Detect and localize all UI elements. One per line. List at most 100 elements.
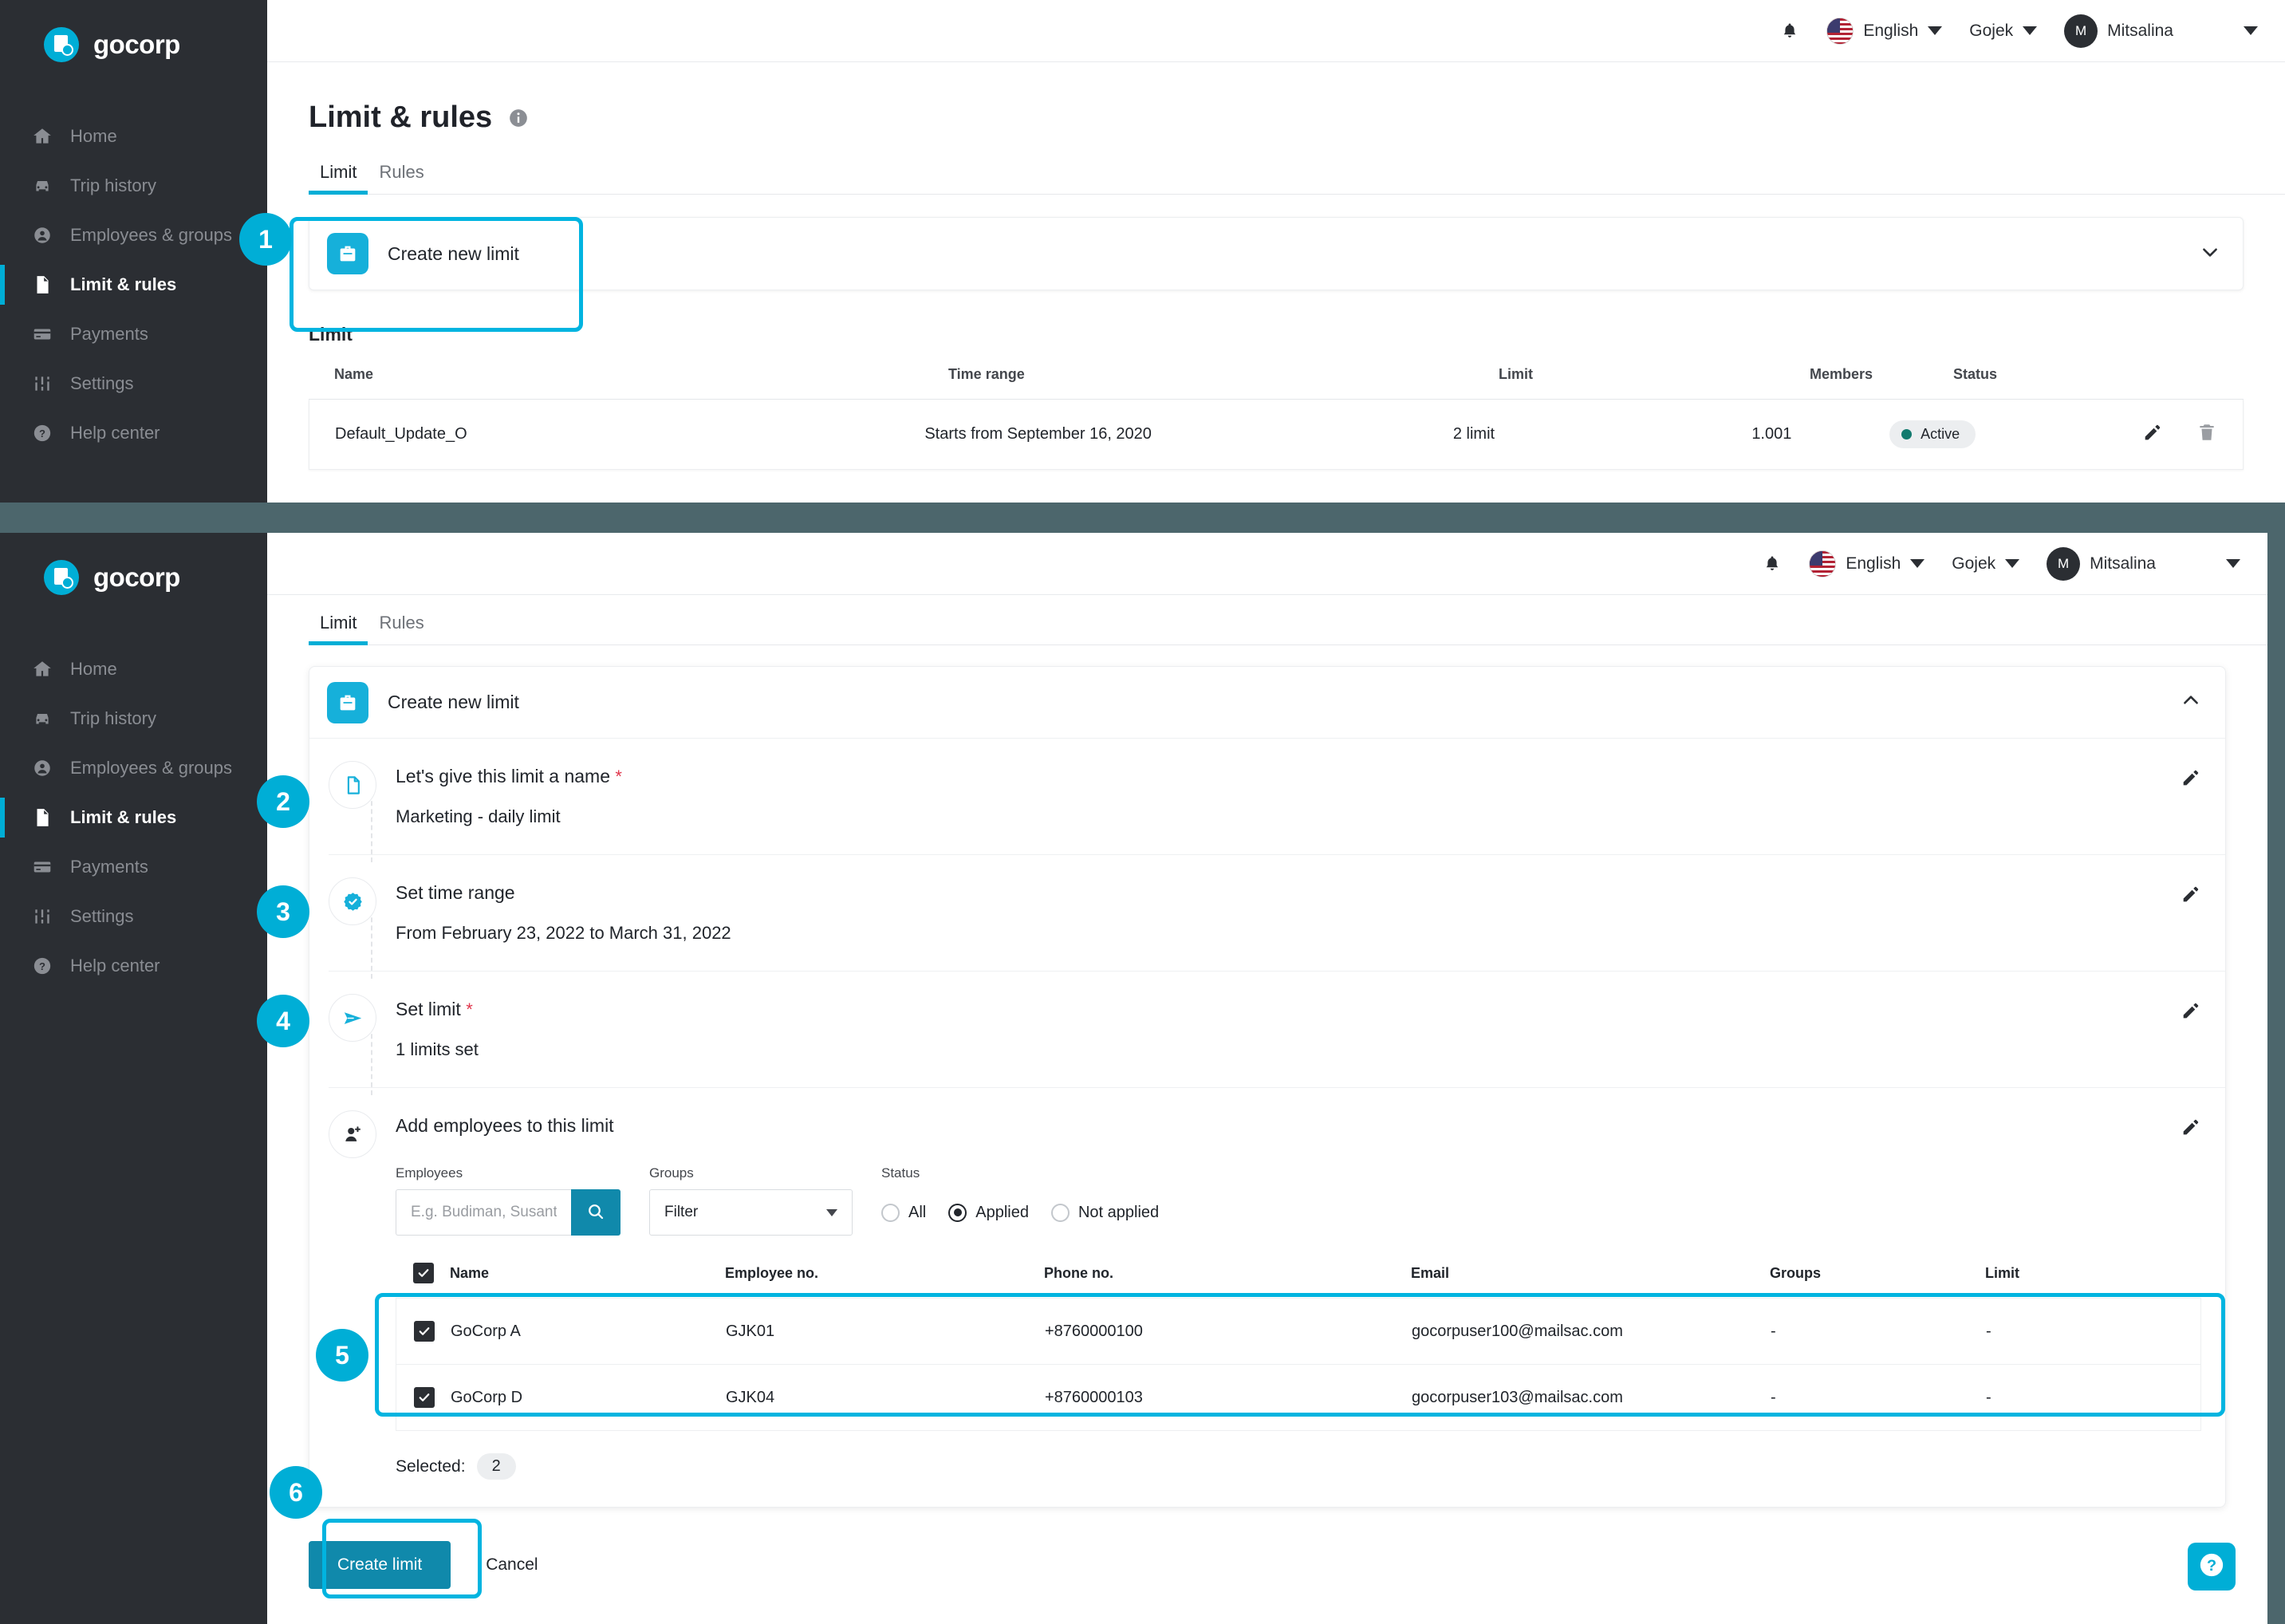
required-asterisk: * [466, 999, 473, 1019]
step-value: 1 limits set [396, 1039, 479, 1059]
company-selector[interactable]: Gojek [1969, 21, 2038, 41]
chevron-down-icon[interactable] [2244, 26, 2258, 35]
edit-icon[interactable] [2181, 1000, 2201, 1025]
cell-limit: - [1986, 1322, 1991, 1340]
sidebar-item-label: Help center [70, 423, 160, 443]
sliders-icon [32, 373, 53, 394]
delete-icon[interactable] [2196, 422, 2217, 447]
step-value: From February 23, 2022 to March 31, 2022 [396, 923, 731, 943]
topbar-top: English Gojek M Mitsalina [267, 0, 2285, 62]
us-flag-icon [1809, 550, 1837, 577]
cell-time-range: Starts from September 16, 2020 [924, 425, 1152, 443]
notifications-button[interactable] [1763, 553, 1782, 575]
status-dot-icon [1901, 429, 1913, 440]
groups-select[interactable]: Filter [649, 1189, 853, 1236]
groups-filter-group: Groups Filter [649, 1165, 853, 1236]
tab-rules[interactable]: Rules [368, 162, 435, 194]
create-limit-button[interactable]: Create limit [309, 1541, 451, 1589]
sidebar-item-limit-rules[interactable]: Limit & rules [0, 260, 267, 309]
table-row[interactable]: Default_Update_O Starts from September 1… [309, 400, 2244, 470]
tab-rules[interactable]: Rules [368, 613, 435, 644]
notifications-button[interactable] [1780, 20, 1799, 42]
cell-email: gocorpuser103@mailsac.com [1412, 1388, 1623, 1406]
sidebar-item-help-center[interactable]: ? Help center [0, 941, 267, 991]
edit-icon[interactable] [2181, 767, 2201, 792]
sidebar-bottom: gocorp Home Trip history Employees & gro… [0, 533, 267, 1624]
sidebar-item-home[interactable]: Home [0, 112, 267, 161]
row-checkbox-cell[interactable] [396, 1387, 451, 1408]
brand-logo[interactable]: gocorp [0, 0, 267, 62]
radio-option-not-applied[interactable]: Not applied [1050, 1203, 1159, 1222]
create-new-limit-header[interactable]: Create new limit [309, 667, 2225, 739]
employee-filters: Employees Groups [396, 1165, 2201, 1236]
company-selector[interactable]: Gojek [1952, 554, 2020, 574]
employee-table: Name Employee no. Phone no. Email Groups… [396, 1263, 2201, 1431]
sidebar-item-help-center[interactable]: ? Help center [0, 408, 267, 458]
status-badge: Active [1889, 420, 2142, 448]
user-menu[interactable]: M Mitsalina [2047, 546, 2156, 581]
step-body: Set limit * 1 limits set [396, 999, 2181, 1060]
limit-table-header: Name Time range Limit Members Status [309, 366, 2244, 400]
row-checkbox-cell[interactable] [396, 1321, 451, 1342]
radio-option-all[interactable]: All [881, 1203, 926, 1222]
radio-option-applied[interactable]: Applied [948, 1203, 1029, 1222]
question-circle-icon: ? [32, 423, 53, 443]
select-all-cell[interactable] [396, 1263, 450, 1283]
step-title: Set limit * [396, 999, 473, 1019]
question-circle-icon: ? [32, 956, 53, 976]
info-icon[interactable] [508, 108, 529, 128]
user-menu[interactable]: M Mitsalina [2064, 14, 2173, 48]
bottom-panel-content: Limit Rules Create new limit Let's give … [267, 595, 2267, 1624]
document-icon [32, 807, 53, 828]
sidebar-item-trip-history[interactable]: Trip history [0, 161, 267, 211]
tab-limit[interactable]: Limit [309, 162, 368, 195]
cell-name: GoCorp A [451, 1322, 521, 1340]
chevron-down-icon[interactable] [2226, 559, 2240, 568]
annotation-marker-2: 2 [257, 775, 309, 828]
sidebar-item-limit-rules[interactable]: Limit & rules [0, 793, 267, 842]
sidebar-item-employees-groups[interactable]: Employees & groups [0, 743, 267, 793]
checkbox-checked-icon [413, 1263, 434, 1283]
chevron-up-icon[interactable] [2181, 690, 2201, 715]
sidebar-item-settings[interactable]: Settings [0, 359, 267, 408]
document-outline-icon [329, 761, 376, 809]
sidebar-item-employees-groups[interactable]: Employees & groups [0, 211, 267, 260]
sidebar-item-payments[interactable]: Payments [0, 309, 267, 359]
radio-label: Applied [975, 1203, 1029, 1221]
sidebar-item-payments[interactable]: Payments [0, 842, 267, 892]
limit-steps: Let's give this limit a name * Marketing… [309, 739, 2225, 1507]
search-input[interactable] [396, 1189, 571, 1236]
chevron-down-icon [1910, 559, 1925, 568]
annotation-marker-4: 4 [257, 995, 309, 1047]
help-fab-button[interactable]: ? [2188, 1543, 2236, 1590]
language-selector[interactable]: English [1826, 17, 1943, 45]
tab-limit[interactable]: Limit [309, 613, 368, 645]
sidebar-item-label: Employees & groups [70, 225, 232, 245]
svg-text:?: ? [39, 428, 45, 440]
table-row[interactable]: GoCorp D GJK04 +8760000103 gocorpuser103… [396, 1364, 2201, 1431]
step-title: Add employees to this limit [396, 1115, 614, 1136]
edit-icon[interactable] [2142, 422, 2163, 447]
chevron-down-icon[interactable] [2200, 242, 2220, 266]
sidebar-item-settings[interactable]: Settings [0, 892, 267, 941]
status-label: Active [1921, 426, 1960, 442]
cancel-button[interactable]: Cancel [486, 1555, 538, 1575]
col-phone-no: Phone no. [1044, 1264, 1113, 1281]
car-icon [32, 708, 53, 729]
edit-icon[interactable] [2181, 1117, 2201, 1141]
table-row[interactable]: GoCorp A GJK01 +8760000100 gocorpuser100… [396, 1298, 2201, 1364]
sidebar-item-home[interactable]: Home [0, 644, 267, 694]
sidebar-item-trip-history[interactable]: Trip history [0, 694, 267, 743]
limit-section-label: Limit [309, 324, 353, 345]
brand-logo[interactable]: gocorp [0, 533, 267, 595]
required-asterisk: * [615, 767, 622, 786]
us-flag-icon [1826, 17, 1854, 45]
edit-icon[interactable] [2181, 884, 2201, 909]
create-new-limit-card-collapsed[interactable]: Create new limit [309, 217, 2244, 290]
employee-table-header: Name Employee no. Phone no. Email Groups… [396, 1263, 2201, 1298]
step-title: Let's give this limit a name * [396, 766, 622, 786]
cell-groups: - [1771, 1322, 1776, 1340]
language-selector[interactable]: English [1809, 550, 1925, 577]
company-label: Gojek [1969, 21, 2014, 40]
search-button[interactable] [571, 1189, 620, 1236]
